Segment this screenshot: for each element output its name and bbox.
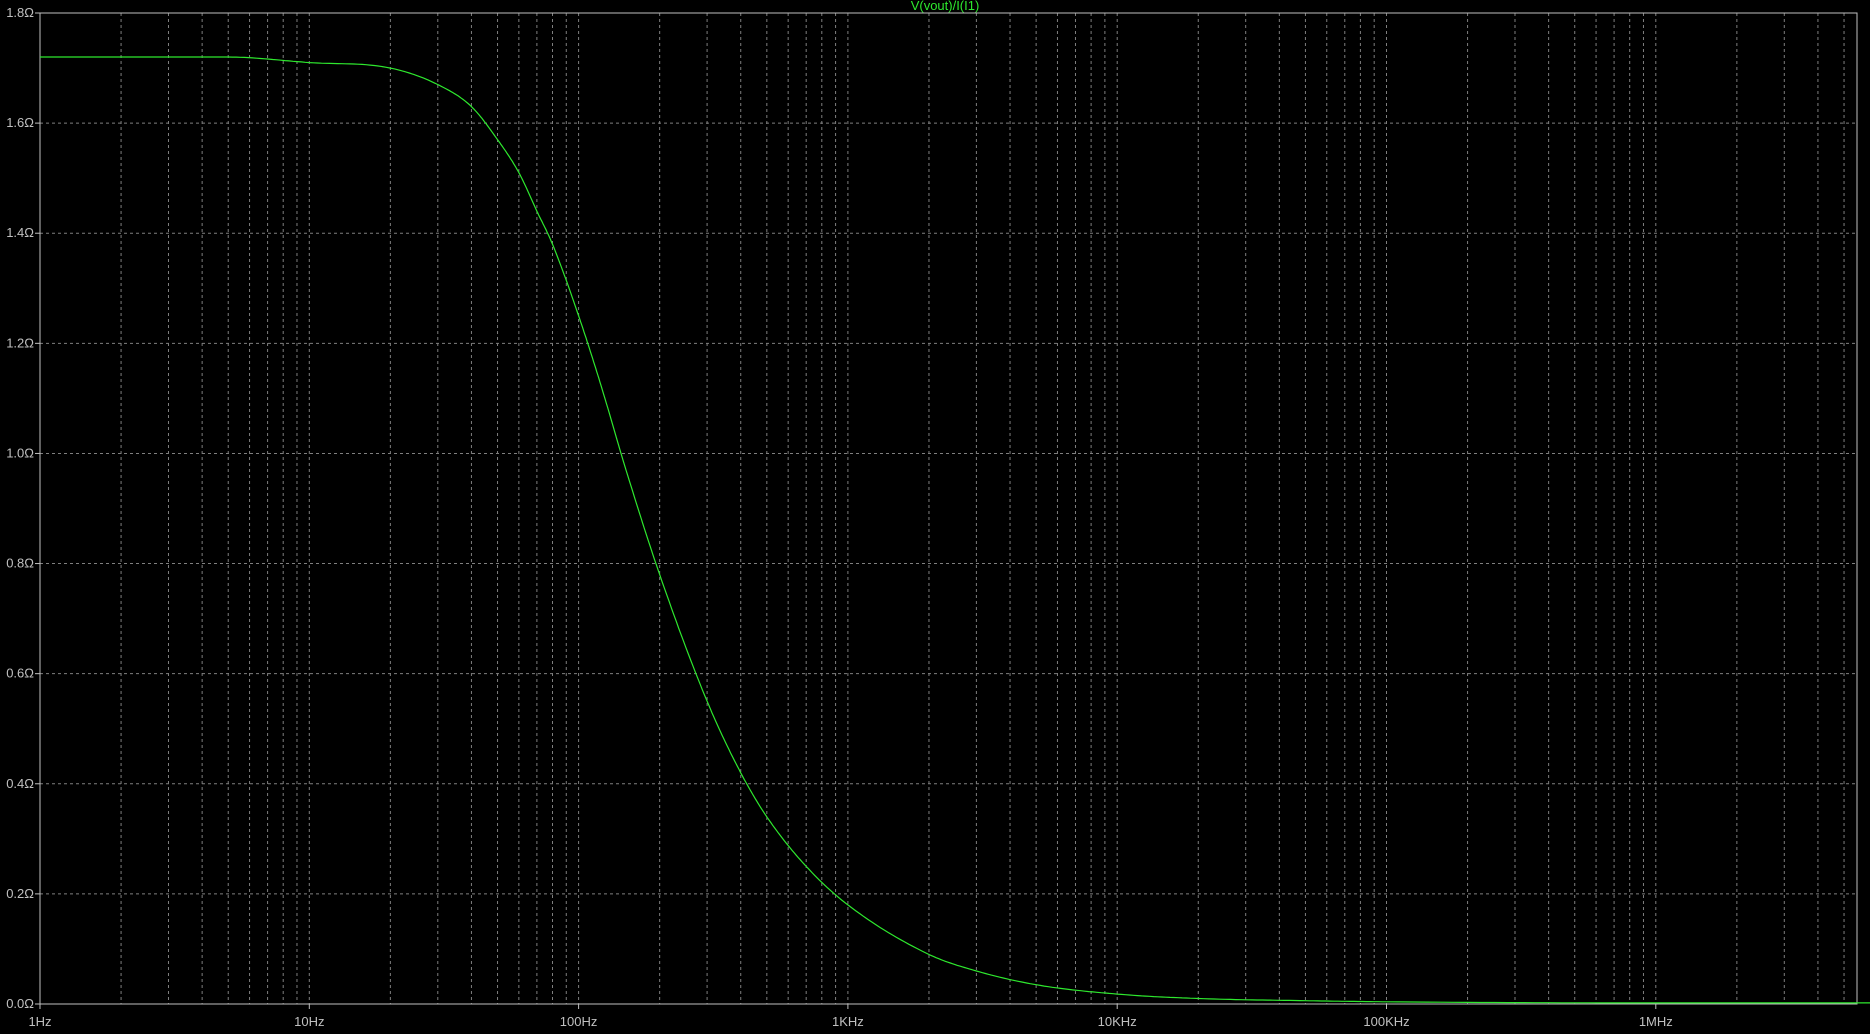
y-tick-label: 0.6Ω [6,666,34,681]
y-tick-label: 0.2Ω [6,886,34,901]
x-tick-label: 1KHz [832,1014,864,1029]
series-line [40,56,1870,1004]
y-tick-label: 0.4Ω [6,776,34,791]
plot-area: 0.0Ω 0.2Ω 0.4Ω 0.6Ω 0.8Ω 1.0Ω 1.2Ω 1.4Ω 1.6Ω 1.8Ω… [6,0,1870,1029]
x-tick-label: 100Hz [560,1014,598,1029]
y-tick-label: 1.6Ω [6,115,34,130]
grid-lines [40,13,1857,1004]
y-tick-label: 1.4Ω [6,225,34,240]
y-tick-label: 1.2Ω [6,335,34,350]
axis-ticks: 0.0Ω 0.2Ω 0.4Ω 0.6Ω 0.8Ω 1.0Ω 1.2Ω 1.4Ω 1.6Ω 1.8Ω… [6,5,1673,1029]
x-tick-label: 1MHz [1639,1014,1673,1029]
y-tick-label: 0.0Ω [6,996,34,1011]
chart-title: V(vout)/I(I1) [911,0,980,13]
y-tick-label: 1.8Ω [6,5,34,20]
y-tick-label: 0.8Ω [6,556,34,571]
x-tick-label: 1Hz [28,1014,51,1029]
x-tick-label: 100KHz [1363,1014,1409,1029]
x-tick-label: 10KHz [1098,1014,1137,1029]
x-tick-label: 10Hz [294,1014,324,1029]
y-tick-label: 1.0Ω [6,445,34,460]
plot-frame [39,12,1858,1005]
